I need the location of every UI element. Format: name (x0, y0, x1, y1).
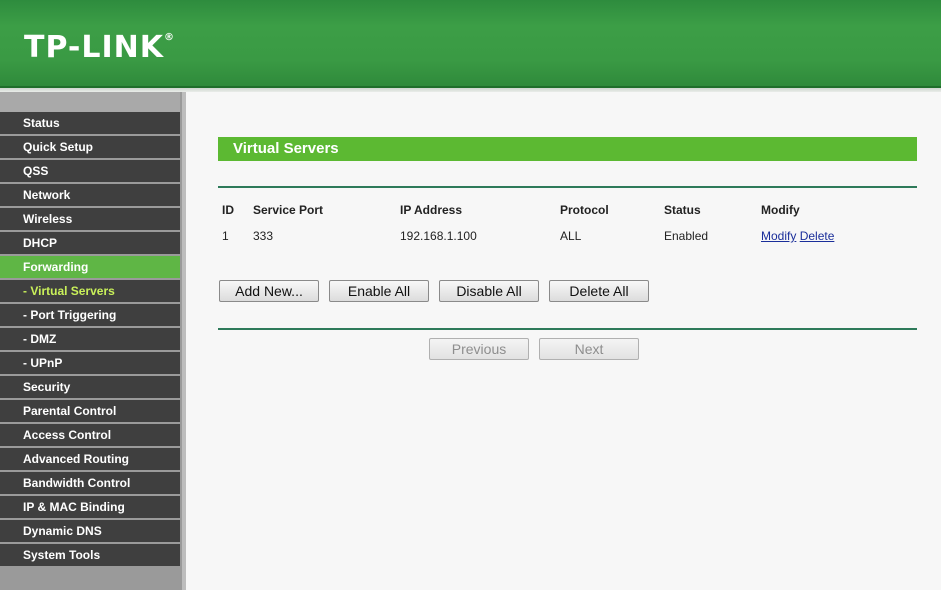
sidebar-item-dmz[interactable]: - DMZ (0, 328, 180, 350)
row-1-protocol: ALL (560, 229, 582, 243)
sidebar-item-upnp[interactable]: - UPnP (0, 352, 180, 374)
enable-all-button[interactable]: Enable All (329, 280, 429, 302)
sidebar-item-qss[interactable]: QSS (0, 160, 180, 182)
sidebar-item-forwarding[interactable]: Forwarding (0, 256, 180, 278)
tp-link-logo: TP-LINK® (24, 30, 176, 65)
sidebar-item-status[interactable]: Status (0, 112, 180, 134)
sidebar-item-system-tools[interactable]: System Tools (0, 544, 180, 566)
column-header-id: ID (222, 203, 234, 217)
main-content: Virtual Servers ID Service Port IP Addre… (186, 92, 941, 590)
table-top-divider (218, 186, 917, 188)
table-bottom-divider (218, 328, 917, 330)
sidebar-item-dhcp[interactable]: DHCP (0, 232, 180, 254)
column-header-status: Status (664, 203, 701, 217)
column-header-modify: Modify (761, 203, 800, 217)
delete-all-button[interactable]: Delete All (549, 280, 649, 302)
sidebar-item-network[interactable]: Network (0, 184, 180, 206)
column-header-ip-address: IP Address (400, 203, 463, 217)
sidebar-top-strip (0, 92, 180, 112)
row-1-status: Enabled (664, 229, 709, 243)
add-new-button[interactable]: Add New... (219, 280, 319, 302)
row-1-ip-address: 192.168.1.100 (400, 229, 477, 243)
disable-all-button[interactable]: Disable All (439, 280, 539, 302)
sidebar-item-access-control[interactable]: Access Control (0, 424, 180, 446)
sidebar-item-port-triggering[interactable]: - Port Triggering (0, 304, 180, 326)
sidebar-item-quick-setup[interactable]: Quick Setup (0, 136, 180, 158)
sidebar-item-advanced-routing[interactable]: Advanced Routing (0, 448, 180, 470)
sidebar-item-security[interactable]: Security (0, 376, 180, 398)
sidebar-item-dynamic-dns[interactable]: Dynamic DNS (0, 520, 180, 542)
previous-button[interactable]: Previous (429, 338, 529, 360)
column-header-protocol: Protocol (560, 203, 609, 217)
sidebar-item-ip-mac-binding[interactable]: IP & MAC Binding (0, 496, 180, 518)
header-banner: TP-LINK® (0, 0, 941, 88)
sidebar-item-bandwidth-control[interactable]: Bandwidth Control (0, 472, 180, 494)
row-1-delete-link[interactable]: Delete (800, 229, 835, 243)
column-header-service-port: Service Port (253, 203, 324, 217)
row-1-service-port: 333 (253, 229, 274, 243)
row-1-id: 1 (222, 229, 229, 243)
sidebar-item-virtual-servers[interactable]: - Virtual Servers (0, 280, 180, 302)
page-title: Virtual Servers (218, 137, 917, 161)
row-1-actions: Modify Delete (761, 229, 834, 243)
sidebar: Status Quick Setup QSS Network Wireless … (0, 92, 186, 590)
sidebar-item-parental-control[interactable]: Parental Control (0, 400, 180, 422)
sidebar-menu: Status Quick Setup QSS Network Wireless … (0, 112, 180, 568)
sidebar-item-wireless[interactable]: Wireless (0, 208, 180, 230)
row-1-modify-link[interactable]: Modify (761, 229, 796, 243)
next-button[interactable]: Next (539, 338, 639, 360)
